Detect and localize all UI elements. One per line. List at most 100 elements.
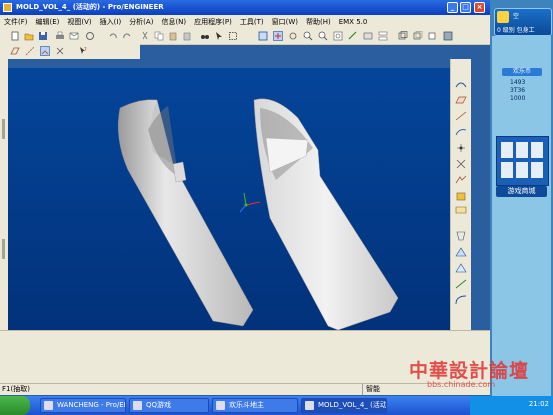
menu-insert[interactable]: 插入(I) bbox=[96, 15, 126, 29]
start-button[interactable] bbox=[0, 396, 30, 415]
game-tile[interactable] bbox=[531, 142, 543, 158]
repaint-icon[interactable] bbox=[258, 31, 268, 41]
coordinate-triad bbox=[239, 192, 261, 213]
saved-view-icon[interactable] bbox=[348, 31, 358, 41]
menu-help[interactable]: 帮助(H) bbox=[302, 15, 335, 29]
new-file-icon[interactable] bbox=[10, 31, 20, 41]
find-icon[interactable] bbox=[200, 31, 210, 41]
select-icon[interactable] bbox=[214, 31, 224, 41]
hole-icon[interactable] bbox=[455, 231, 467, 241]
zoom-in-icon[interactable] bbox=[303, 31, 313, 41]
print-icon[interactable] bbox=[55, 31, 65, 41]
stat-value: 1493 bbox=[510, 79, 526, 86]
graphics-viewport[interactable] bbox=[8, 68, 450, 331]
main-toolbar bbox=[0, 29, 490, 45]
maximize-button[interactable]: □ bbox=[460, 2, 471, 13]
paste-icon[interactable] bbox=[168, 31, 178, 41]
taskbar-item-landlord[interactable]: 欢乐斗地主 bbox=[212, 398, 298, 413]
point-display-icon[interactable] bbox=[40, 46, 50, 56]
undo-icon[interactable] bbox=[108, 31, 118, 41]
game-tile[interactable] bbox=[516, 142, 528, 158]
shell-icon[interactable] bbox=[455, 247, 467, 257]
game-mall-button[interactable]: 游戏商城 bbox=[496, 186, 547, 197]
menu-emx[interactable]: EMX 5.0 bbox=[335, 15, 372, 29]
game-tile[interactable] bbox=[531, 162, 543, 178]
rib-icon[interactable] bbox=[455, 263, 467, 273]
title-bar: MOLD_VOL_4_ (活动的) - Pro/ENGINEER _ □ × bbox=[0, 0, 490, 15]
round-icon[interactable] bbox=[455, 295, 467, 305]
analysis-icon[interactable] bbox=[455, 175, 467, 185]
view-manager-icon[interactable] bbox=[363, 31, 373, 41]
avatar bbox=[497, 11, 509, 23]
wireframe-icon[interactable] bbox=[398, 31, 408, 41]
taskbar-label: WANCHENG - Pro/ENG... bbox=[57, 401, 125, 409]
clock[interactable]: 21:02 bbox=[529, 400, 549, 408]
menu-bar: 文件(F) 编辑(E) 视图(V) 插入(I) 分析(A) 信息(N) 应用程序(P) 工具(… bbox=[0, 15, 490, 29]
game-tile[interactable] bbox=[516, 162, 528, 178]
cut-icon[interactable] bbox=[140, 31, 150, 41]
panel-splitter[interactable] bbox=[2, 239, 5, 259]
hidden-line-icon[interactable] bbox=[413, 31, 423, 41]
menu-window[interactable]: 窗口(W) bbox=[268, 15, 302, 29]
redo-icon[interactable] bbox=[122, 31, 132, 41]
help-context-icon[interactable]: ? bbox=[78, 46, 88, 56]
svg-text:?: ? bbox=[84, 47, 87, 53]
profile-name: 空 bbox=[513, 13, 520, 20]
csys-display-icon[interactable] bbox=[55, 46, 65, 56]
menu-applications[interactable]: 应用程序(P) bbox=[190, 15, 236, 29]
proe-app-icon bbox=[305, 401, 314, 410]
axis-display-icon[interactable] bbox=[25, 46, 35, 56]
email-icon[interactable] bbox=[69, 31, 79, 41]
core-half-left[interactable] bbox=[117, 99, 254, 327]
orient-icon[interactable] bbox=[288, 31, 298, 41]
close-button[interactable]: × bbox=[474, 2, 485, 13]
taskbar-item-qqgame[interactable]: QQ游戏 bbox=[129, 398, 209, 413]
point-icon[interactable] bbox=[455, 143, 467, 153]
extrude-icon[interactable] bbox=[455, 191, 467, 201]
coin-tab[interactable]: 欢乐币 bbox=[502, 68, 542, 76]
regenerate-icon[interactable] bbox=[85, 31, 95, 41]
panel-splitter[interactable] bbox=[2, 119, 5, 139]
minimize-button[interactable]: _ bbox=[447, 2, 458, 13]
game-tile[interactable] bbox=[501, 162, 513, 178]
revolve-icon[interactable] bbox=[455, 205, 467, 215]
game-profile-card[interactable]: 空 0 级别 包身工 bbox=[494, 8, 552, 36]
card-game-icon bbox=[216, 401, 225, 410]
proe-app-icon bbox=[44, 401, 53, 410]
menu-edit[interactable]: 编辑(E) bbox=[32, 15, 64, 29]
draft-icon[interactable] bbox=[455, 279, 467, 289]
copy-icon[interactable] bbox=[154, 31, 164, 41]
system-tray: 21:02 bbox=[470, 396, 553, 415]
save-icon[interactable] bbox=[38, 31, 48, 41]
no-hidden-icon[interactable] bbox=[428, 31, 438, 41]
game-grid[interactable] bbox=[496, 136, 549, 186]
spin-center-icon[interactable] bbox=[273, 31, 283, 41]
refit-icon[interactable] bbox=[333, 31, 343, 41]
menu-view[interactable]: 视图(V) bbox=[63, 15, 95, 29]
plane-icon[interactable] bbox=[455, 95, 467, 105]
open-folder-icon[interactable] bbox=[24, 31, 34, 41]
taskbar-item-mold[interactable]: MOLD_VOL_4_ (活动... bbox=[301, 398, 387, 413]
curve-icon[interactable] bbox=[455, 127, 467, 137]
plane-display-icon[interactable] bbox=[10, 46, 20, 56]
box-select-icon[interactable] bbox=[228, 31, 238, 41]
paste-special-icon[interactable] bbox=[182, 31, 192, 41]
taskbar-item-proe[interactable]: WANCHENG - Pro/ENG... bbox=[40, 398, 126, 413]
csys-icon[interactable] bbox=[455, 159, 467, 169]
taskbar-label: QQ游戏 bbox=[146, 401, 172, 409]
game-tile[interactable] bbox=[501, 142, 513, 158]
menu-analysis[interactable]: 分析(A) bbox=[125, 15, 157, 29]
axis-icon[interactable] bbox=[455, 111, 467, 121]
model-view[interactable] bbox=[8, 68, 450, 331]
stat-value: 3T36 bbox=[510, 87, 526, 94]
menu-file[interactable]: 文件(F) bbox=[0, 15, 32, 29]
sketch-icon[interactable] bbox=[455, 79, 467, 89]
menu-info[interactable]: 信息(N) bbox=[157, 15, 190, 29]
stat-value: 1000 bbox=[510, 95, 526, 102]
menu-tools[interactable]: 工具(T) bbox=[236, 15, 268, 29]
zoom-out-icon[interactable] bbox=[318, 31, 328, 41]
core-half-right[interactable] bbox=[253, 98, 399, 331]
shading-icon[interactable] bbox=[443, 31, 453, 41]
layers-icon[interactable] bbox=[378, 31, 388, 41]
left-panel-edge bbox=[0, 59, 8, 334]
